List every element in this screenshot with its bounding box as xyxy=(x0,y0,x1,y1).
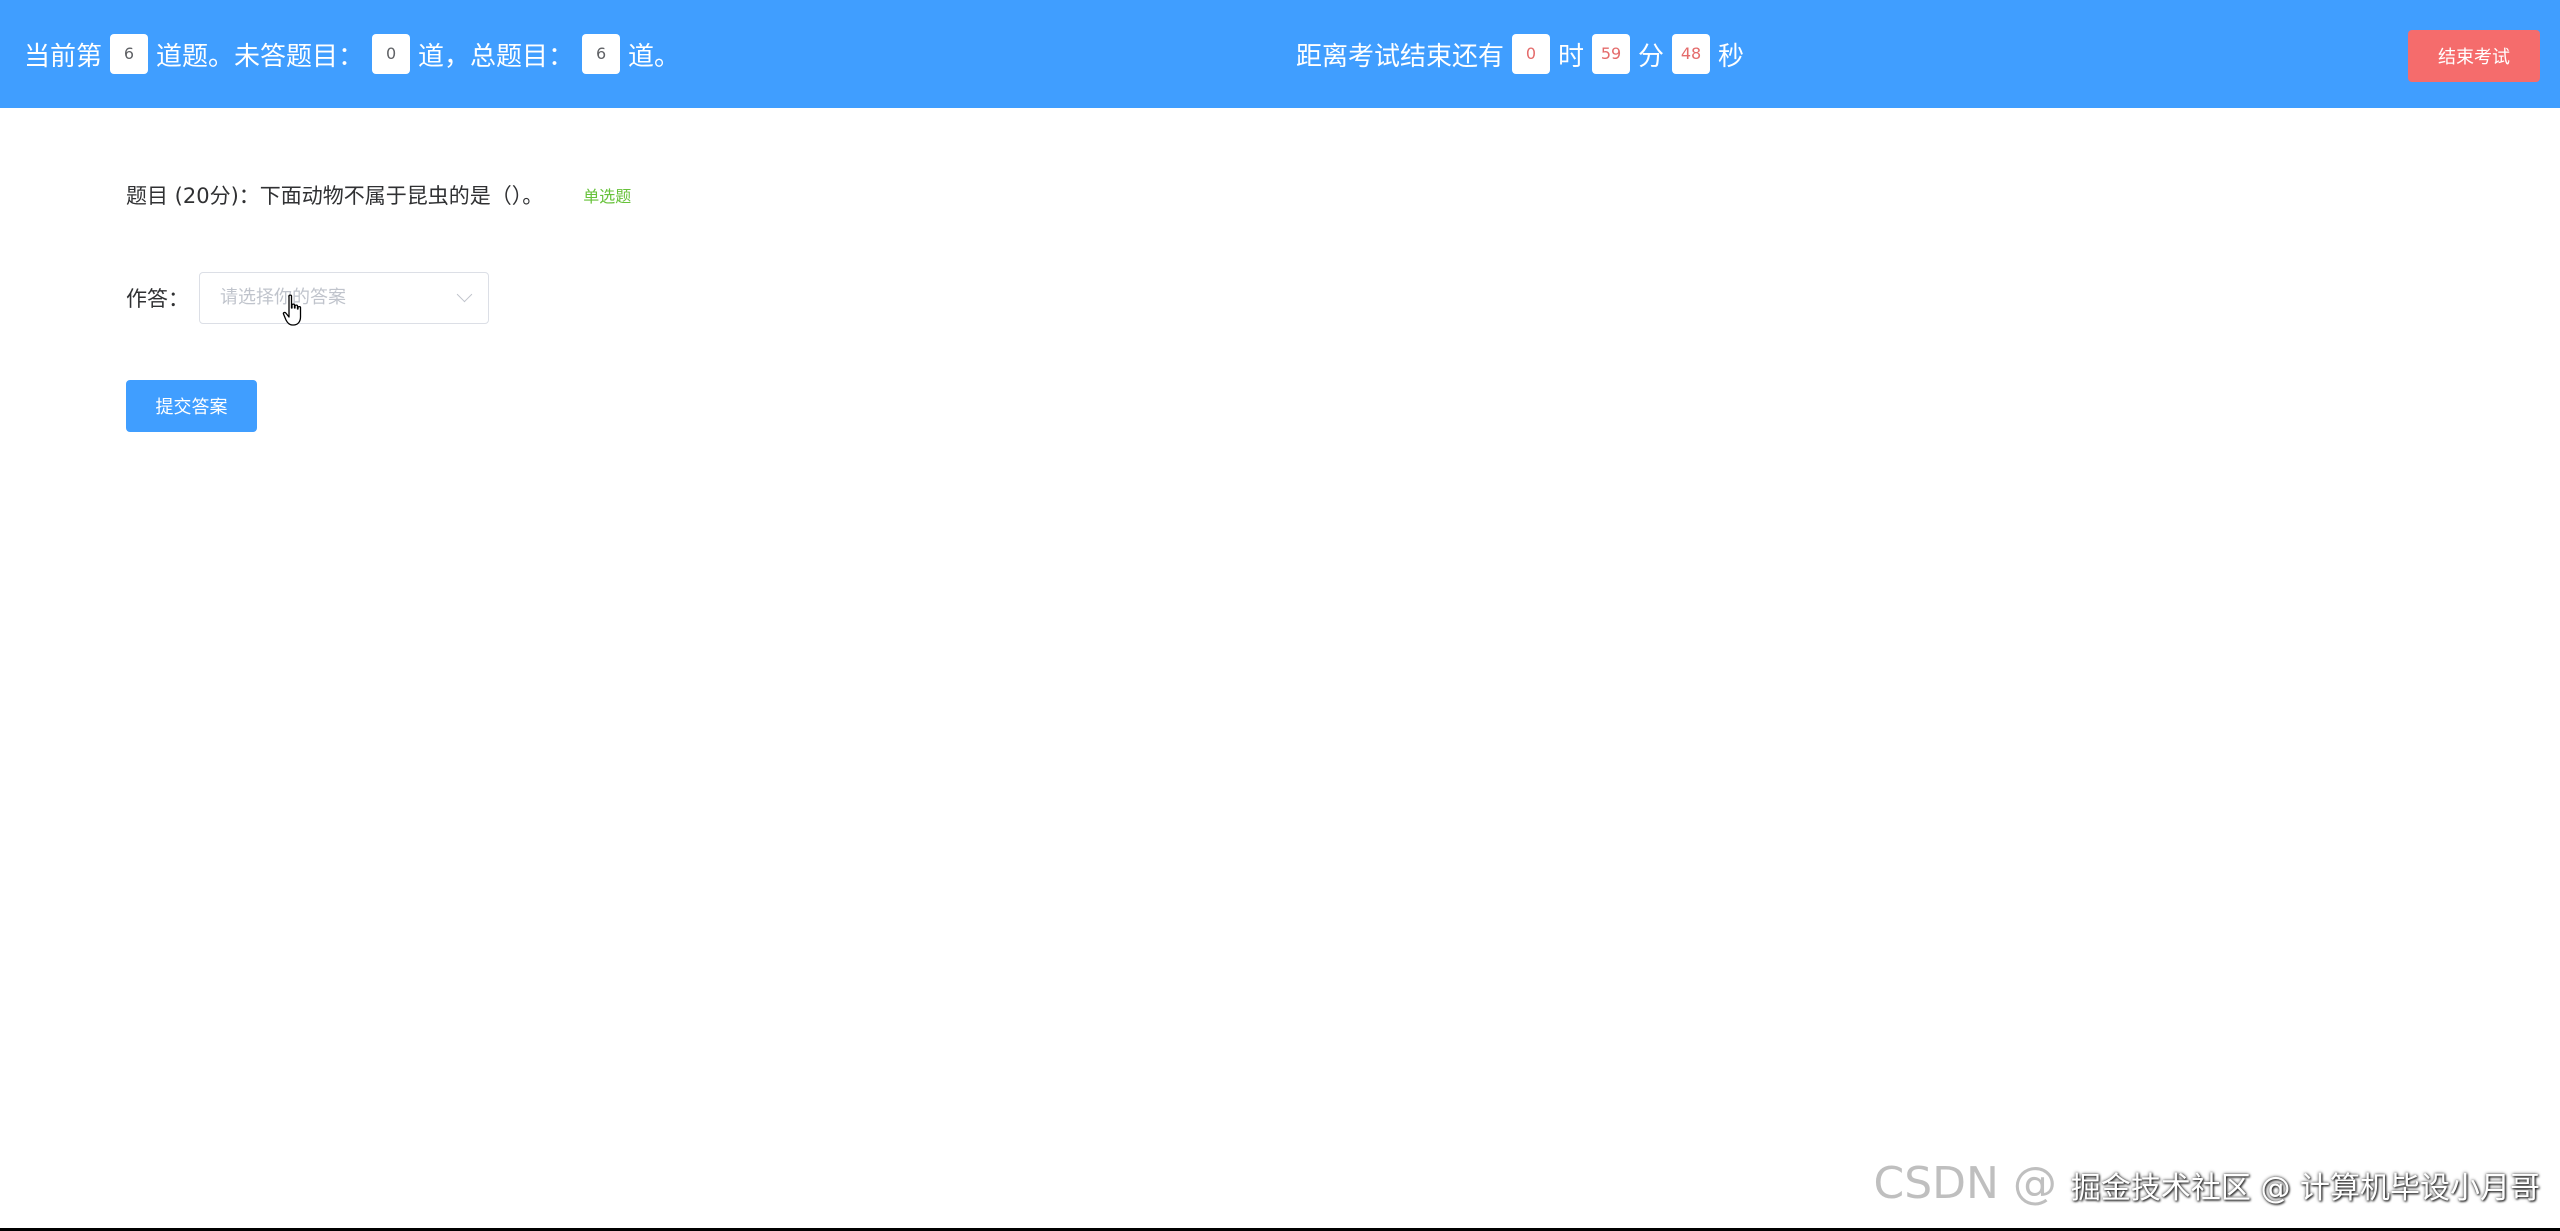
current-prefix: 当前第 xyxy=(24,41,103,72)
timer-hours-unit: 时 xyxy=(1558,41,1585,72)
timer-hours: 0 xyxy=(1512,34,1551,74)
watermark: CSDN @ 掘金技术社区 @ 计算机毕设小月哥 xyxy=(1873,1158,2540,1209)
hand-cursor-icon xyxy=(282,294,302,326)
exam-header: 当前第 6 道题。未答题目： 0 道，总题目： 6 道。 距离考试结束还有 0 … xyxy=(0,0,2560,108)
timer-minutes-unit: 分 xyxy=(1638,41,1665,72)
total-count: 6 xyxy=(582,34,621,74)
timer-prefix: 距离考试结束还有 xyxy=(1296,41,1505,72)
countdown-timer: 距离考试结束还有 0 时 59 分 48 秒 xyxy=(1296,0,1744,108)
current-question-number: 6 xyxy=(110,34,149,74)
end-exam-button[interactable]: 结束考试 xyxy=(2408,30,2540,82)
total-suffix: 道。 xyxy=(628,41,681,72)
answer-select[interactable]: 请选择你的答案 xyxy=(199,272,489,324)
unanswered-suffix: 道，总题目： xyxy=(418,41,575,72)
question-row: 题目 (20分)：下面动物不属于昆虫的是（）。 单选题 xyxy=(126,180,631,210)
question-type-badge: 单选题 xyxy=(583,187,632,206)
watermark-juejin: 掘金技术社区 @ 计算机毕设小月哥 xyxy=(2070,1171,2540,1206)
current-suffix: 道题。未答题目： xyxy=(156,41,365,72)
submit-answer-button[interactable]: 提交答案 xyxy=(126,380,257,432)
answer-row: 作答： 请选择你的答案 xyxy=(126,272,489,324)
chevron-down-icon xyxy=(456,286,473,303)
watermark-csdn: CSDN @ xyxy=(1873,1158,2057,1209)
answer-label: 作答： xyxy=(126,287,189,311)
progress-info: 当前第 6 道题。未答题目： 0 道，总题目： 6 道。 xyxy=(24,0,680,108)
timer-seconds-unit: 秒 xyxy=(1718,41,1745,72)
unanswered-count: 0 xyxy=(372,34,411,74)
timer-seconds: 48 xyxy=(1672,34,1711,74)
question-text: 题目 (20分)：下面动物不属于昆虫的是（）。 xyxy=(126,184,544,208)
timer-minutes: 59 xyxy=(1592,34,1631,74)
